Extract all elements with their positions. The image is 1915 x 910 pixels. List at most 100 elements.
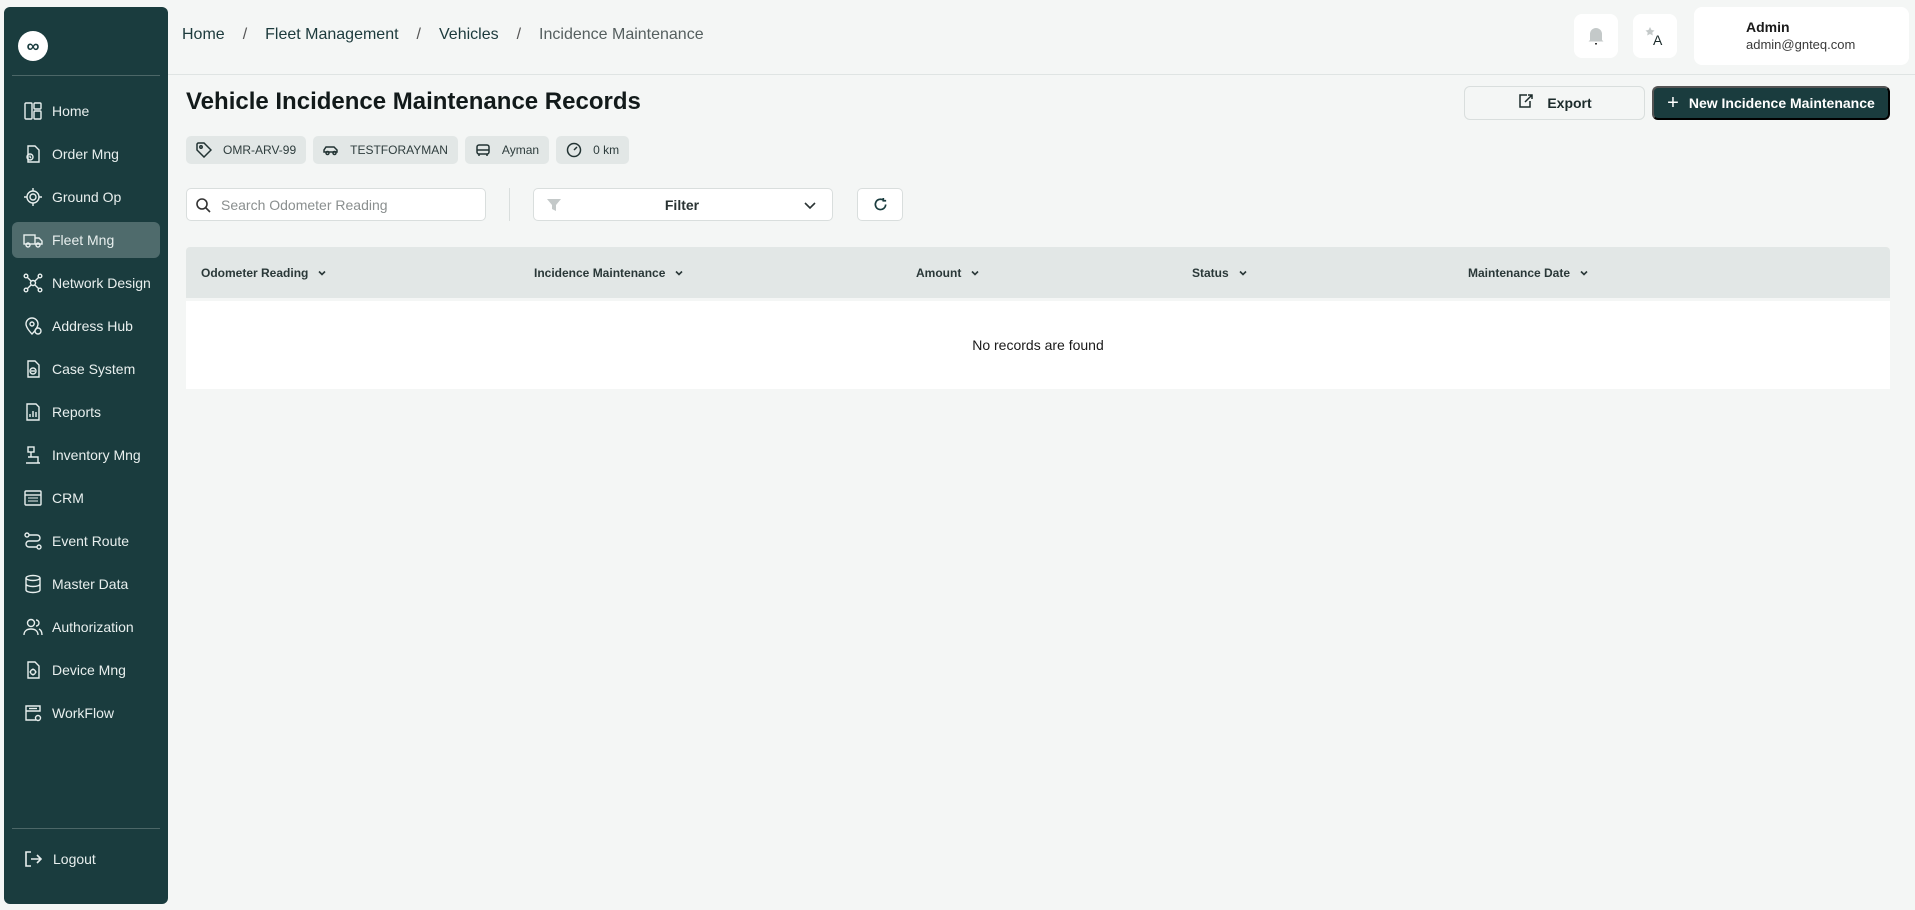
sidebar-item-network-design[interactable]: Network Design <box>12 265 160 301</box>
sidebar-item-event-route[interactable]: Event Route <box>12 523 160 559</box>
vehicle-name: TESTFORAYMAN <box>350 143 448 157</box>
sidebar-item-reports[interactable]: Reports <box>12 394 160 430</box>
truck-icon <box>23 230 43 250</box>
filter-dropdown[interactable]: Filter <box>533 188 833 221</box>
column-header-status[interactable]: Status <box>1192 247 1249 298</box>
export-label: Export <box>1547 95 1592 111</box>
refresh-icon <box>874 197 886 211</box>
bell-icon <box>1588 28 1604 45</box>
filter-label: Filter <box>664 196 700 213</box>
sidebar: ∞ Home Order Mng Ground Op Fleet Mng Net… <box>4 7 168 904</box>
chevron-down-icon <box>1580 270 1588 276</box>
breadcrumb: Home / Fleet Management / Vehicles / Inc… <box>182 26 704 44</box>
user-email: admin@gnteq.com <box>1746 37 1856 52</box>
sidebar-nav: Home Order Mng Ground Op Fleet Mng Netwo… <box>12 93 160 738</box>
dashboard-icon <box>23 101 43 121</box>
location-pin-icon <box>23 316 43 336</box>
breadcrumb-separator: / <box>416 26 421 43</box>
sidebar-item-label: Network Design <box>52 275 151 291</box>
order-icon <box>23 144 43 164</box>
breadcrumb-home[interactable]: Home <box>182 26 225 44</box>
page-title: Vehicle Incidence Maintenance Records <box>186 88 641 115</box>
sidebar-item-label: Inventory Mng <box>52 447 141 463</box>
plus-icon: + <box>1667 92 1679 114</box>
sidebar-item-label: Home <box>52 103 90 119</box>
app-logo[interactable]: ∞ <box>18 31 48 61</box>
sidebar-item-label: Order Mng <box>52 146 119 162</box>
speedometer-icon <box>566 142 582 158</box>
breadcrumb-vehicles[interactable]: Vehicles <box>439 26 499 44</box>
search-box <box>186 188 486 221</box>
sidebar-item-authorization[interactable]: Authorization <box>12 609 160 645</box>
table-header: Odometer Reading Incidence Maintenance A… <box>186 247 1890 298</box>
chevron-down-icon <box>804 201 816 209</box>
logout-icon <box>25 851 42 867</box>
network-icon <box>23 273 43 293</box>
column-header-incidence-maintenance[interactable]: Incidence Maintenance <box>534 247 685 298</box>
breadcrumb-current: Incidence Maintenance <box>539 26 704 43</box>
sidebar-item-fleet-mng[interactable]: Fleet Mng <box>12 222 160 258</box>
records-table: Odometer Reading Incidence Maintenance A… <box>186 247 1890 389</box>
inventory-icon <box>23 445 43 465</box>
search-input[interactable] <box>221 196 471 213</box>
toolbar-divider <box>509 188 510 221</box>
column-label: Incidence Maintenance <box>534 265 666 280</box>
users-icon <box>23 617 43 637</box>
sidebar-item-address-hub[interactable]: Address Hub <box>12 308 160 344</box>
new-incidence-maintenance-button[interactable]: + New Incidence Maintenance <box>1652 86 1890 120</box>
plate-chip: OMR-ARV-99 <box>186 136 307 164</box>
export-button[interactable]: Export <box>1464 86 1645 120</box>
user-menu[interactable]: Admin admin@gnteq.com <box>1694 7 1909 65</box>
sidebar-item-label: Device Mng <box>52 662 126 678</box>
odometer-value: 0 km <box>593 143 620 157</box>
driver-chip: Ayman <box>464 136 550 164</box>
chevron-down-icon <box>971 270 979 276</box>
header-divider <box>168 74 1915 75</box>
sidebar-item-inventory-mng[interactable]: Inventory Mng <box>12 437 160 473</box>
column-label: Status <box>1192 265 1229 280</box>
sidebar-item-workflow[interactable]: WorkFlow <box>12 695 160 731</box>
sidebar-item-ground-op[interactable]: Ground Op <box>12 179 160 215</box>
sidebar-divider <box>12 828 160 829</box>
sidebar-item-label: WorkFlow <box>52 705 114 721</box>
search-icon <box>196 197 211 213</box>
column-header-odometer-reading[interactable]: Odometer Reading <box>201 247 328 298</box>
refresh-button[interactable] <box>857 188 903 221</box>
sidebar-item-label: Event Route <box>52 533 130 549</box>
driver-seat-icon <box>476 144 490 156</box>
sidebar-item-label: CRM <box>52 490 84 506</box>
sidebar-item-case-system[interactable]: Case System <box>12 351 160 387</box>
column-header-maintenance-date[interactable]: Maintenance Date <box>1468 247 1590 298</box>
export-icon <box>1519 94 1534 108</box>
language-button[interactable]: A <box>1633 14 1677 58</box>
notifications-button[interactable] <box>1574 14 1618 58</box>
column-header-amount[interactable]: Amount <box>916 247 981 298</box>
sidebar-item-label: Master Data <box>52 576 129 592</box>
user-name: Admin <box>1746 19 1790 35</box>
breadcrumb-fleet-management[interactable]: Fleet Management <box>265 26 398 44</box>
new-incidence-maintenance-label: New Incidence Maintenance <box>1688 95 1875 111</box>
breadcrumb-separator: / <box>516 26 522 43</box>
chevron-down-icon <box>318 270 326 276</box>
odometer-chip: 0 km <box>556 136 630 164</box>
sidebar-item-crm[interactable]: CRM <box>12 480 160 516</box>
driver-name: Ayman <box>501 143 540 157</box>
car-icon <box>323 146 338 156</box>
funnel-icon <box>547 198 561 211</box>
logout-button[interactable]: Logout <box>24 850 96 868</box>
vehicle-info-chips: OMR-ARV-99 TESTFORAYMAN Ayman 0 km <box>186 136 636 164</box>
logout-label: Logout <box>53 851 96 867</box>
column-label: Odometer Reading <box>201 265 309 280</box>
chevron-down-icon <box>1239 270 1247 276</box>
sidebar-item-label: Authorization <box>52 619 134 635</box>
sidebar-item-device-mng[interactable]: Device Mng <box>12 652 160 688</box>
sidebar-item-label: Case System <box>52 361 136 377</box>
sidebar-item-label: Address Hub <box>52 318 133 334</box>
column-label: Amount <box>916 265 962 280</box>
sidebar-item-order-mng[interactable]: Order Mng <box>12 136 160 172</box>
sidebar-item-home[interactable]: Home <box>12 93 160 129</box>
sidebar-item-master-data[interactable]: Master Data <box>12 566 160 602</box>
tag-icon <box>196 142 212 158</box>
table-empty-state: No records are found <box>186 298 1890 389</box>
route-icon <box>23 531 43 551</box>
